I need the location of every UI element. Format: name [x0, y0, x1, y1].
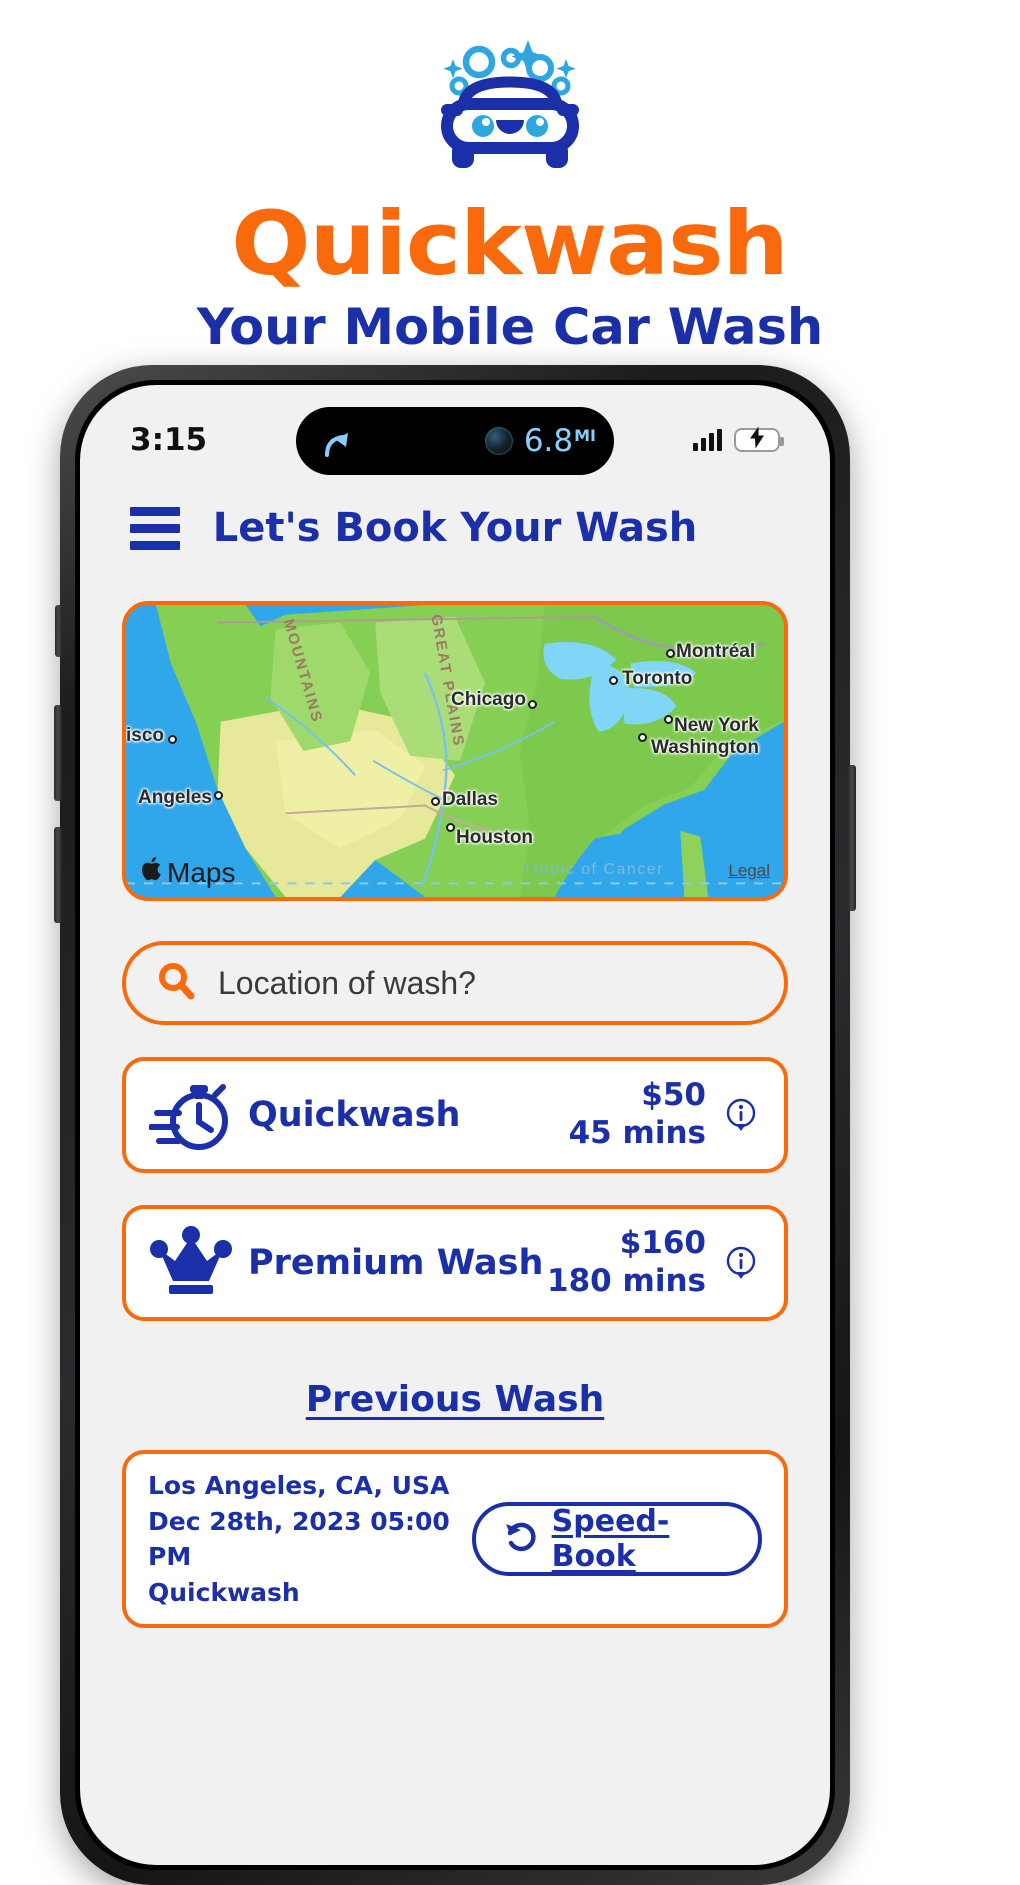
cellular-signal-icon: [693, 429, 722, 451]
map-pin-san-francisco: [168, 735, 177, 744]
power-button[interactable]: [848, 765, 856, 911]
map-preview[interactable]: MOUNTAINS GREAT PLAINS Montréal Toronto …: [122, 601, 788, 901]
navigation-distance: 6.8 MI: [524, 423, 596, 459]
map-pin-dallas: [431, 797, 440, 806]
app-header: Let's Book Your Wash: [80, 477, 830, 569]
map-pin-los-angeles: [214, 791, 223, 800]
hamburger-menu-icon[interactable]: [130, 506, 180, 550]
map-city-montreal: Montréal: [676, 641, 756, 662]
page-title: Let's Book Your Wash: [212, 505, 698, 551]
navigation-turn-arrow-icon: [318, 423, 354, 459]
map-pin-washington: [638, 733, 647, 742]
service-duration-quickwash: 45 mins: [568, 1115, 706, 1151]
info-icon[interactable]: [724, 1246, 758, 1280]
phone-mockup: 3:15 6.8 MI Let's Book Your Wash MOUNTAI…: [54, 365, 856, 1885]
rebook-refresh-icon: [502, 1519, 538, 1560]
previous-wash-details: Los Angeles, CA, USA Dec 28th, 2023 05:0…: [148, 1468, 472, 1610]
map-city-san-francisco: isco: [126, 725, 165, 746]
previous-wash-datetime: Dec 28th, 2023 05:00 PM: [148, 1506, 450, 1572]
map-city-toronto: Toronto: [622, 668, 693, 689]
island-right-group: 6.8 MI: [484, 423, 596, 459]
phone-bezel: 3:15 6.8 MI Let's Book Your Wash MOUNTAI…: [75, 380, 835, 1870]
battery-charging-icon: [734, 426, 784, 454]
service-pricing-premium-wash: $160 180 mins: [547, 1225, 706, 1301]
dynamic-island[interactable]: 6.8 MI: [296, 407, 614, 475]
front-camera-icon: [484, 427, 513, 455]
speed-book-label: Speed-Book: [551, 1504, 670, 1574]
speed-book-button[interactable]: Speed-Book: [471, 1502, 762, 1576]
service-card-premium-wash[interactable]: Premium Wash $160 180 mins: [122, 1205, 788, 1321]
silent-switch[interactable]: [55, 605, 62, 657]
stopwatch-icon: [148, 1073, 234, 1157]
map-pin-new-york: [664, 715, 673, 724]
service-price-premium-wash: $160: [619, 1225, 706, 1262]
previous-wash-card: Los Angeles, CA, USA Dec 28th, 2023 05:0…: [122, 1450, 788, 1628]
map-pin-montreal: [666, 649, 675, 658]
maps-attribution-label: Maps: [167, 856, 236, 888]
map-city-los-angeles: Angeles: [138, 787, 212, 808]
status-clock: 3:15: [130, 422, 208, 458]
car-wash-logo-icon: [360, 34, 660, 174]
map-city-chicago: Chicago: [451, 689, 526, 710]
map-pin-toronto: [609, 676, 618, 685]
map-city-dallas: Dallas: [442, 789, 498, 810]
volume-down-button[interactable]: [54, 827, 62, 923]
brand-title: Quickwash: [231, 192, 790, 295]
map-attribution: Maps: [141, 856, 236, 889]
service-name-quickwash: Quickwash: [248, 1095, 461, 1135]
brand-header: Quickwash Your Mobile Car Wash: [0, 0, 1020, 352]
brand-tagline: Your Mobile Car Wash: [196, 298, 824, 356]
map-city-houston: Houston: [456, 827, 534, 848]
apple-logo-icon: [141, 856, 164, 889]
service-name-premium-wash: Premium Wash: [248, 1243, 544, 1283]
search-input[interactable]: Location of wash?: [122, 941, 788, 1025]
search-placeholder: Location of wash?: [218, 964, 476, 1001]
map-pin-chicago: [528, 700, 537, 709]
service-duration-premium-wash: 180 mins: [547, 1263, 706, 1299]
crown-icon: [148, 1221, 234, 1305]
previous-wash-service: Quickwash: [148, 1577, 300, 1607]
previous-wash-location: Los Angeles, CA, USA: [148, 1471, 450, 1500]
map-tropic-label: Tropic of Cancer: [522, 861, 664, 878]
map-pin-houston: [446, 823, 455, 832]
service-price-quickwash: $50: [641, 1077, 706, 1114]
service-card-quickwash[interactable]: Quickwash $50 45 mins: [122, 1057, 788, 1173]
previous-wash-heading: Previous Wash: [305, 1379, 605, 1420]
phone-screen: 3:15 6.8 MI Let's Book Your Wash MOUNTAI…: [80, 385, 830, 1865]
map-city-washington: Washington: [651, 737, 759, 758]
info-icon[interactable]: [724, 1098, 758, 1132]
charging-bolt-icon: [749, 426, 765, 454]
search-icon: [156, 961, 196, 1006]
volume-up-button[interactable]: [54, 705, 62, 801]
map-legal-link[interactable]: Legal: [728, 861, 770, 881]
distance-unit: MI: [574, 426, 596, 445]
distance-value: 6.8: [523, 423, 574, 459]
status-bar: 3:15 6.8 MI: [80, 385, 830, 477]
status-indicators: [693, 426, 784, 454]
service-pricing-quickwash: $50 45 mins: [569, 1077, 706, 1153]
map-city-new-york: New York: [674, 715, 759, 736]
